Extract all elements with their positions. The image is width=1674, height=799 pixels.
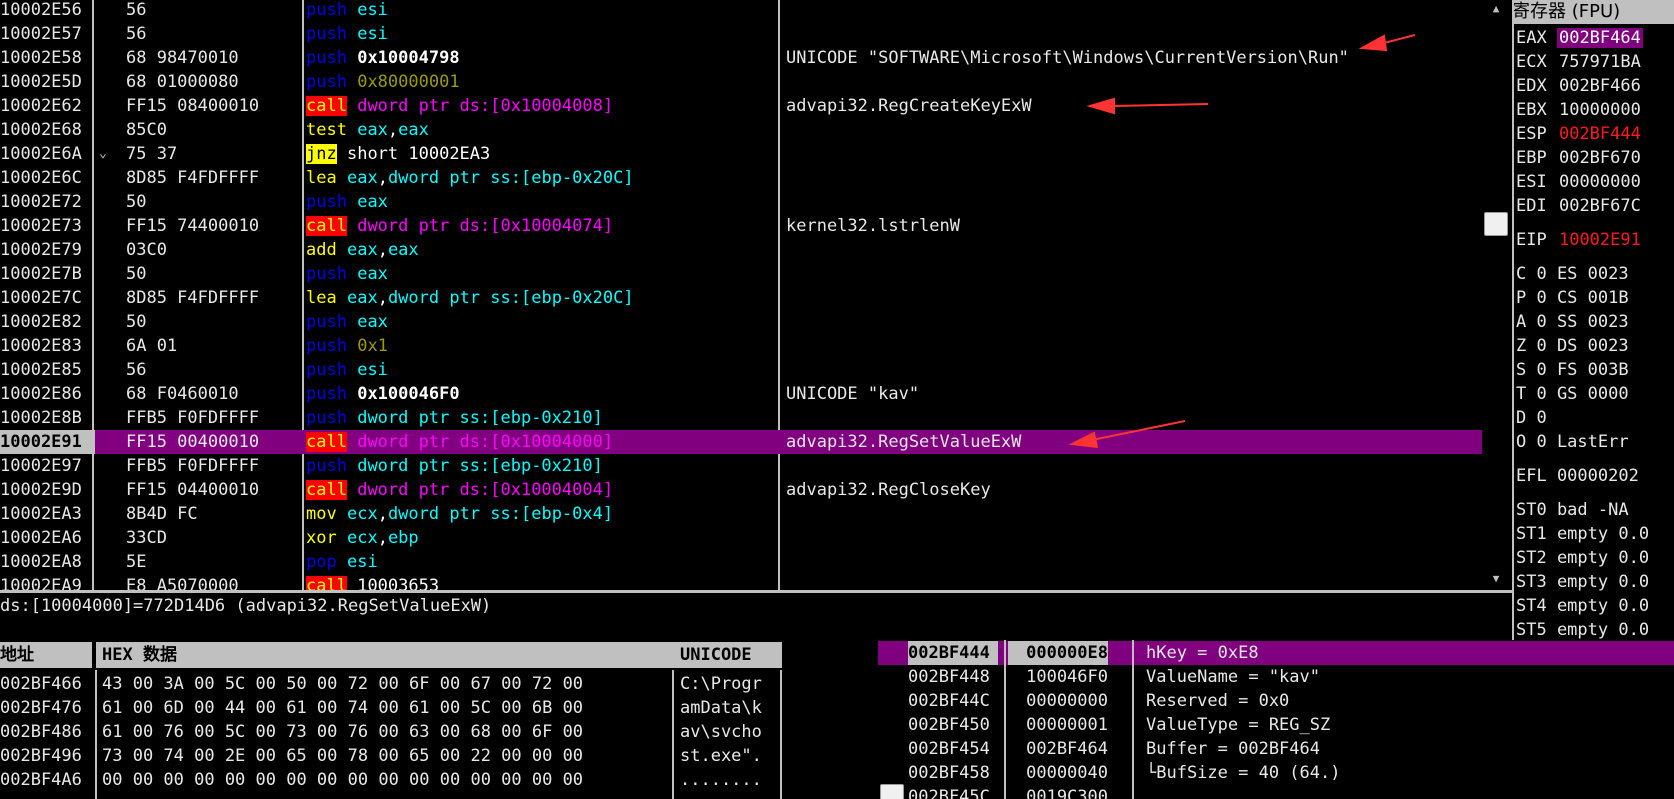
arrow-create-key-head bbox=[1086, 97, 1115, 115]
arrow-run-key-head bbox=[1358, 34, 1388, 52]
arrow-set-value bbox=[1091, 420, 1186, 441]
disasm-bottom-border bbox=[0, 590, 1512, 593]
arrow-set-value-head bbox=[1068, 431, 1099, 449]
annotation-arrows bbox=[1068, 34, 1416, 449]
arrow-create-key bbox=[1111, 103, 1209, 107]
